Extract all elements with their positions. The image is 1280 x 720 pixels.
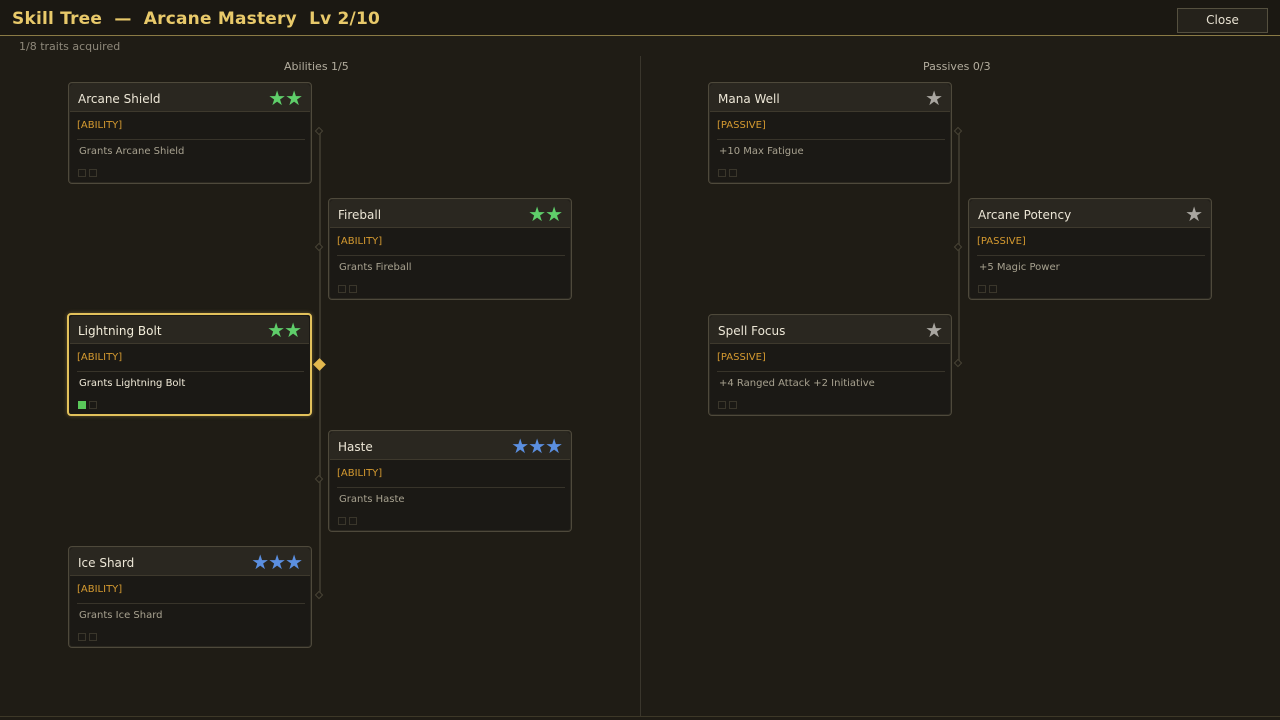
card-header: Ice Shard ★★★: [70, 548, 310, 576]
star-rating-icon: ★★★: [511, 434, 563, 458]
card-header: Haste ★★★: [330, 432, 570, 460]
skill-card-mana-well[interactable]: Mana Well ★ [PASSIVE] +10 Max Fatigue: [708, 82, 952, 184]
rank-pips: [718, 169, 740, 188]
card-divider: [337, 255, 565, 256]
rank-pips: [978, 285, 1000, 304]
rank-pip: [729, 169, 737, 177]
rank-pip: [989, 285, 997, 293]
star-rating-icon: ★★: [267, 318, 302, 342]
card-divider: [77, 603, 305, 604]
skill-name: Spell Focus: [718, 324, 786, 338]
star-rating-icon: ★: [1185, 202, 1203, 226]
skill-type-tag: [PASSIVE]: [717, 352, 766, 363]
connector-node: [953, 358, 963, 368]
skill-description: Grants Haste: [339, 494, 405, 505]
rank-pip: [78, 169, 86, 177]
rank-pips: [718, 401, 740, 420]
rank-pip: [718, 169, 726, 177]
card-divider: [337, 487, 565, 488]
connector-node: [953, 126, 963, 136]
skill-description: +5 Magic Power: [979, 262, 1060, 273]
card-divider: [77, 139, 305, 140]
skill-name: Lightning Bolt: [78, 324, 162, 338]
rank-pips: [78, 633, 100, 652]
skill-name: Arcane Shield: [78, 92, 161, 106]
star-rating-icon: ★★: [268, 86, 303, 110]
skill-description: Grants Lightning Bolt: [79, 378, 186, 389]
skill-description: Grants Ice Shard: [79, 610, 163, 621]
card-header: Mana Well ★: [710, 84, 950, 112]
card-header: Spell Focus ★: [710, 316, 950, 344]
traits-acquired-count: 1/8 traits acquired: [19, 40, 121, 53]
rank-pip: [349, 517, 357, 525]
card-divider: [717, 139, 945, 140]
skill-type-tag: [ABILITY]: [77, 120, 123, 131]
rank-pip: [89, 401, 97, 409]
skill-card-lightning-bolt[interactable]: Lightning Bolt ★★ [ABILITY] Grants Light…: [67, 313, 312, 416]
skill-type-tag: [ABILITY]: [77, 352, 123, 363]
skill-name: Haste: [338, 440, 373, 454]
bottom-border: [0, 716, 1280, 717]
rank-pip: [89, 169, 97, 177]
rank-pip: [718, 401, 726, 409]
connector-node: [314, 242, 324, 252]
rank-pip: [978, 285, 986, 293]
abilities-header: Abilities 1/5: [284, 60, 349, 73]
connector-node: [314, 590, 324, 600]
skill-card-spell-focus[interactable]: Spell Focus ★ [PASSIVE] +4 Ranged Attack…: [708, 314, 952, 416]
rank-pips: [78, 169, 100, 188]
connector-node: [314, 474, 324, 484]
skill-name: Arcane Potency: [978, 208, 1072, 222]
skill-description: Grants Fireball: [339, 262, 412, 273]
selected-connector-diamond: [313, 358, 326, 371]
skill-type-tag: [ABILITY]: [337, 468, 383, 479]
skill-name: Ice Shard: [78, 556, 135, 570]
rank-pips: [78, 401, 100, 420]
rank-pip: [338, 285, 346, 293]
skill-card-arcane-potency[interactable]: Arcane Potency ★ [PASSIVE] +5 Magic Powe…: [968, 198, 1212, 300]
rank-pip: [349, 285, 357, 293]
card-header: Lightning Bolt ★★: [70, 316, 309, 344]
skill-card-fireball[interactable]: Fireball ★★ [ABILITY] Grants Fireball: [328, 198, 572, 300]
skill-type-tag: [PASSIVE]: [717, 120, 766, 131]
rank-pip: [338, 517, 346, 525]
title-bar: Skill Tree — Arcane Mastery Lv 2/10 Clos…: [0, 0, 1280, 36]
column-divider: [640, 56, 641, 716]
star-rating-icon: ★★: [528, 202, 563, 226]
card-header: Arcane Potency ★: [970, 200, 1210, 228]
skill-type-tag: [PASSIVE]: [977, 236, 1026, 247]
card-divider: [977, 255, 1205, 256]
skill-description: +4 Ranged Attack +2 Initiative: [719, 378, 875, 389]
rank-pips: [338, 517, 360, 536]
card-divider: [77, 371, 304, 372]
rank-pip: [729, 401, 737, 409]
passives-header: Passives 0/3: [923, 60, 991, 73]
skill-card-haste[interactable]: Haste ★★★ [ABILITY] Grants Haste: [328, 430, 572, 532]
skill-description: Grants Arcane Shield: [79, 146, 185, 157]
skill-name: Fireball: [338, 208, 382, 222]
rank-pip: [78, 633, 86, 641]
skill-description: +10 Max Fatigue: [719, 146, 804, 157]
card-header: Fireball ★★: [330, 200, 570, 228]
skill-card-arcane-shield[interactable]: Arcane Shield ★★ [ABILITY] Grants Arcane…: [68, 82, 312, 184]
star-rating-icon: ★: [925, 318, 943, 342]
connector-node: [314, 126, 324, 136]
skill-type-tag: [ABILITY]: [77, 584, 123, 595]
close-button[interactable]: Close: [1177, 8, 1268, 33]
star-rating-icon: ★: [925, 86, 943, 110]
card-divider: [717, 371, 945, 372]
skill-name: Mana Well: [718, 92, 780, 106]
skill-card-ice-shard[interactable]: Ice Shard ★★★ [ABILITY] Grants Ice Shard: [68, 546, 312, 648]
connector-node: [953, 242, 963, 252]
rank-pips: [338, 285, 360, 304]
card-header: Arcane Shield ★★: [70, 84, 310, 112]
rank-pip: [78, 401, 86, 409]
rank-pip: [89, 633, 97, 641]
skill-type-tag: [ABILITY]: [337, 236, 383, 247]
star-rating-icon: ★★★: [251, 550, 303, 574]
window-title: Skill Tree — Arcane Mastery Lv 2/10: [12, 9, 381, 29]
